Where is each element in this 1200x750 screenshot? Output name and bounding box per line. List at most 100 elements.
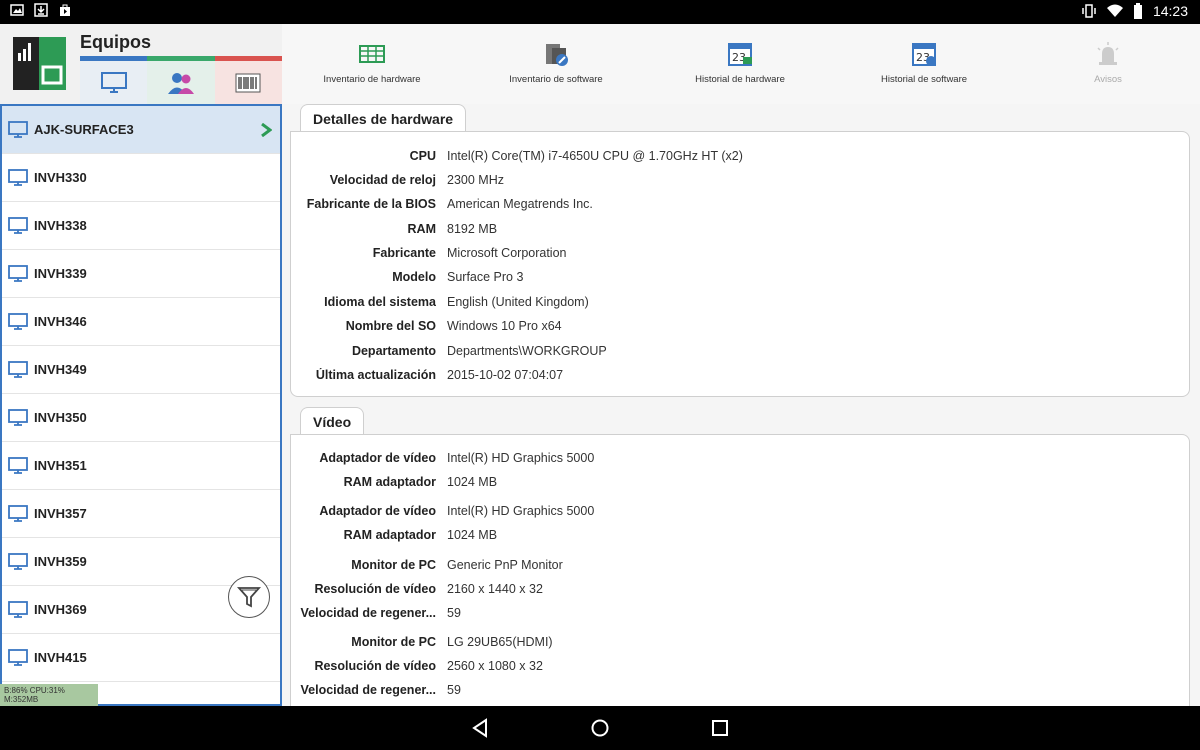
hardware-section-tab: Detalles de hardware [300,104,467,132]
device-list-item[interactable]: INVH349 [2,346,280,394]
device-list-item[interactable]: INVH350 [2,394,280,442]
monitor-icon [8,504,28,522]
hardware-inventory-label: Inventario de hardware [323,74,421,85]
device-name: AJK-SURFACE3 [34,122,134,137]
software-history-label: Historial de software [880,74,968,85]
detail-value: English (United Kingdom) [447,295,589,309]
hardware-history-icon: 23 [728,43,752,66]
detail-row: Adaptador de vídeo Intel(R) HD Graphics 5… [291,451,1190,471]
monitor-icon [8,408,28,426]
device-list-item[interactable]: INVH339 [2,250,280,298]
device-name: INVH357 [34,506,87,521]
filter-icon [236,587,262,608]
monitor-icon [8,552,28,570]
cpu-monitor-widget: B:86% CPU:31% M:352MB [0,684,98,706]
image-notification-icon [10,4,24,16]
detail-key: Resolución de vídeo [314,659,436,673]
hardware-history-button[interactable]: 23 Historial de hardware [650,40,830,85]
detail-key: Nombre del SO [345,319,436,333]
detail-key: Idioma del sistema [324,295,436,309]
detail-value: 59 [447,683,461,697]
detail-row: RAM adaptador 1024 MB [291,528,1190,548]
monitor-icon [8,168,28,186]
detail-value: Surface Pro 3 [447,270,524,284]
detail-key: Velocidad de reloj [329,173,436,187]
detail-key: RAM adaptador [343,475,436,489]
device-name: INVH349 [34,362,87,377]
detail-row: Velocidad de regener... 59 [291,683,1190,703]
detail-value: Generic PnP Monitor [447,558,563,572]
tab-barcode[interactable] [214,56,282,104]
app-window: Equipos Inventario de hardware Inventari… [0,24,1200,706]
navigation-bar [0,706,1200,750]
monitor-icon [8,456,28,474]
device-list-item[interactable]: INVH330 [2,154,280,202]
device-name: INVH330 [34,170,87,185]
detail-row: Fabricante de la BIOS American Megatrends… [291,197,1190,217]
detail-row: Resolución de vídeo 2160 x 1440 x 32 [291,582,1190,602]
wifi-icon [1106,4,1123,17]
hardware-inventory-button[interactable]: Inventario de hardware [282,40,462,85]
hardware-inventory-icon [359,45,385,63]
chevron-right-icon [261,123,272,137]
home-icon[interactable] [590,718,610,738]
device-name: INVH338 [34,218,87,233]
page-title: Equipos [80,32,151,52]
software-history-button[interactable]: 23 Historial de software [834,40,1014,85]
video-section-tab: Vídeo [300,407,365,435]
alert-icon [1097,42,1119,65]
detail-row: CPU Intel(R) Core(TM) i7-4650U CPU @ 1.70… [291,149,1190,169]
detail-value: Windows 10 Pro x64 [447,319,562,333]
device-list-item[interactable]: INVH346 [2,298,280,346]
software-inventory-button[interactable]: Inventario de software [466,40,646,85]
device-list-item[interactable]: AJK-SURFACE3 [2,106,280,154]
device-list-item[interactable]: INVH338 [2,202,280,250]
detail-value: Microsoft Corporation [447,246,567,260]
alerts-button[interactable]: Avisos [1018,40,1198,85]
left-header: Equipos [0,24,282,111]
detail-row: Resolución de vídeo 2560 x 1080 x 32 [291,659,1190,679]
detail-value: 8192 MB [447,222,498,236]
detail-key: Velocidad de regener... [300,606,436,620]
device-name: INVH350 [34,410,87,425]
detail-value: Intel(R) HD Graphics 5000 [447,504,595,518]
detail-row: Monitor de PC LG 29UB65(HDMI) [291,635,1190,655]
filter-button[interactable] [228,576,270,618]
detail-row: Velocidad de regener... 59 [291,606,1190,626]
monitor-icon [100,71,127,93]
detail-value: American Megatrends Inc. [447,197,593,211]
back-icon[interactable] [470,718,490,738]
detail-key: Adaptador de vídeo [319,504,436,518]
monitor-icon [8,600,28,618]
recents-icon[interactable] [710,718,730,738]
detail-key: Departamento [351,344,436,358]
tab-users[interactable] [147,56,215,104]
detail-value: 2300 MHz [447,173,504,187]
tab-devices[interactable] [80,56,148,111]
details-content: Detalles de hardware CPU Intel(R) Core(TM… [290,104,1190,706]
top-toolbar: Inventario de hardware Inventario de sof… [282,24,1200,104]
alerts-label: Avisos [1094,74,1122,85]
store-notification-icon [60,4,70,16]
detail-key: RAM adaptador [343,528,436,542]
detail-key: Fabricante [372,246,436,260]
device-list-item[interactable]: INVH357 [2,490,280,538]
monitor-icon [8,360,28,378]
detail-value: Intel(R) Core(TM) i7-4650U CPU @ 1.70GHz… [447,149,743,163]
users-icon [167,72,194,94]
detail-value: 59 [447,606,461,620]
device-list-item[interactable]: INVH351 [2,442,280,490]
detail-value: Intel(R) HD Graphics 5000 [447,451,595,465]
battery-icon [1133,3,1142,19]
app-logo-icon [13,37,66,90]
detail-key: RAM [407,222,436,236]
device-list-item[interactable]: INVH415 [2,634,280,682]
status-bar: 14:23 [0,0,1200,24]
detail-key: Resolución de vídeo [314,582,436,596]
cpu-line-1: B:86% CPU:31% [4,686,65,695]
monitor-icon [8,120,28,138]
detail-row: Monitor de PC Generic PnP Monitor [291,558,1190,578]
software-history-icon: 23 [912,43,936,66]
software-inventory-icon [546,44,568,66]
detail-row: Nombre del SO Windows 10 Pro x64 [291,319,1190,339]
